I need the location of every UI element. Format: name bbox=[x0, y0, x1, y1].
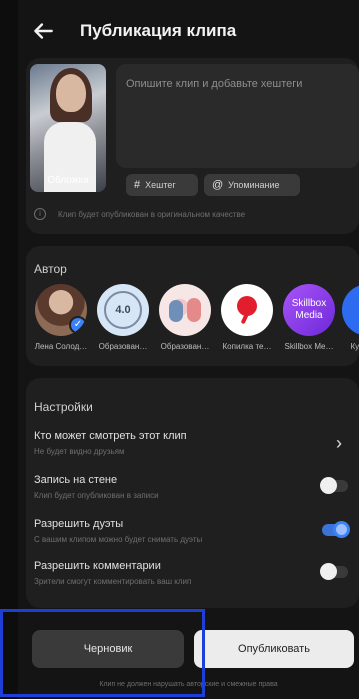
author-card: Автор ✓ Лена Солод… 4.0 Образован… Образ bbox=[26, 246, 359, 366]
avatar: Skillbox Media bbox=[283, 284, 335, 336]
info-icon: i bbox=[34, 208, 46, 220]
back-arrow-icon[interactable] bbox=[30, 18, 56, 44]
avatar-figure bbox=[187, 298, 201, 322]
mention-label: Упоминание bbox=[228, 180, 280, 190]
chevron-right-icon: › bbox=[336, 433, 342, 453]
author-section-label: Автор bbox=[34, 262, 67, 276]
hashtag-icon: # bbox=[134, 179, 141, 191]
author-name: Копилка те… bbox=[222, 342, 272, 351]
setting-subtitle: Не будет видно друзьям bbox=[34, 447, 125, 456]
setting-title: Запись на стене bbox=[34, 474, 118, 486]
avatar: 4.0 bbox=[97, 284, 149, 336]
description-placeholder: Опишите клип и добавьте хештеги bbox=[126, 78, 303, 90]
author-item[interactable]: Skillbox Media Skillbox Me… bbox=[280, 284, 338, 351]
at-sign-icon: @ bbox=[212, 179, 224, 191]
avatar bbox=[221, 284, 273, 336]
clip-publish-screen: Публикация клипа Обложка Опишите клип и … bbox=[18, 0, 359, 699]
avatar-figure bbox=[169, 300, 183, 322]
author-name: Skillbox Me… bbox=[284, 342, 334, 351]
author-list: ✓ Лена Солод… 4.0 Образован… Образован… bbox=[26, 284, 359, 364]
setting-subtitle: С вашим клипом можно будет снимать дуэты bbox=[34, 535, 203, 544]
duets-toggle[interactable] bbox=[322, 521, 350, 538]
thumbnail-face bbox=[56, 74, 86, 112]
setting-visibility[interactable]: Кто может смотреть этот клип Не будет ви… bbox=[34, 430, 352, 456]
cover-thumbnail[interactable]: Обложка bbox=[30, 64, 106, 192]
setting-wall-post: Запись на стене Клип будет опубликован в… bbox=[34, 474, 352, 500]
author-name: Образован… bbox=[98, 342, 148, 351]
avatar: ✓ bbox=[35, 284, 87, 336]
author-name: Образован… bbox=[160, 342, 210, 351]
avatar bbox=[159, 284, 211, 336]
toggle-knob bbox=[320, 477, 337, 494]
author-item[interactable]: ✓ Лена Солод… bbox=[32, 284, 90, 351]
mention-button[interactable]: @ Упоминание bbox=[204, 174, 300, 196]
setting-title: Кто может смотреть этот клип bbox=[34, 430, 187, 442]
author-item[interactable]: Копилка те… bbox=[218, 284, 276, 351]
author-name: Кур bbox=[350, 342, 359, 351]
hashtag-label: Хештег bbox=[145, 180, 176, 190]
author-item[interactable]: 4.0 Образован… bbox=[94, 284, 152, 351]
author-item[interactable]: Образован… bbox=[156, 284, 214, 351]
avatar-badge: 4.0 bbox=[104, 291, 142, 329]
author-name: Лена Солод… bbox=[34, 342, 88, 351]
comments-toggle[interactable] bbox=[320, 563, 348, 580]
settings-section-label: Настройки bbox=[34, 400, 93, 414]
setting-duets: Разрешить дуэты С вашим клипом можно буд… bbox=[34, 518, 352, 544]
hashtag-button[interactable]: # Хештег bbox=[126, 174, 198, 196]
quality-note: i Клип будет опубликован в оригинальном … bbox=[34, 208, 245, 220]
description-input[interactable]: Опишите клип и добавьте хештеги bbox=[116, 64, 359, 168]
setting-title: Разрешить дуэты bbox=[34, 518, 124, 530]
avatar bbox=[342, 284, 359, 336]
toggle-knob bbox=[320, 563, 337, 580]
publish-button[interactable]: Опубликовать bbox=[194, 630, 354, 668]
setting-title: Разрешить комментарии bbox=[34, 560, 161, 572]
highlight-box bbox=[0, 609, 205, 697]
wall-post-toggle[interactable] bbox=[320, 477, 348, 494]
header: Публикация клипа bbox=[18, 0, 359, 60]
settings-card: Настройки Кто может смотреть этот клип Н… bbox=[26, 378, 359, 608]
setting-subtitle: Зрители смогут комментировать ваш клип bbox=[34, 577, 192, 586]
quality-note-text: Клип будет опубликован в оригинальном ка… bbox=[58, 209, 246, 219]
cover-label: Обложка bbox=[47, 175, 89, 186]
checkmark-icon: ✓ bbox=[69, 316, 87, 334]
setting-subtitle: Клип будет опубликован в записи bbox=[34, 491, 159, 500]
page-title: Публикация клипа bbox=[80, 21, 237, 40]
toggle-knob bbox=[333, 521, 350, 538]
author-item[interactable]: Кур bbox=[342, 284, 359, 351]
setting-comments: Разрешить комментарии Зрители смогут ком… bbox=[34, 560, 352, 586]
